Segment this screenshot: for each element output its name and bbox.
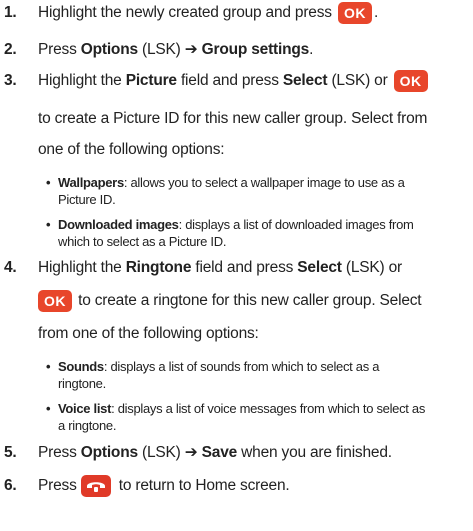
step-number: 5. [4, 444, 17, 461]
ok-key-icon: OK [38, 290, 72, 312]
step-number: 4. [4, 259, 17, 276]
step-number: 2. [4, 41, 17, 58]
bullet-icon: • [46, 359, 51, 374]
bullet-icon: • [46, 217, 51, 232]
ok-key-icon: OK [393, 70, 428, 92]
step-3-line-3: one of the following options: [38, 141, 225, 158]
step-4-line-2: OK to create a ringtone for this new cal… [38, 290, 422, 312]
bullet-icon: • [46, 401, 51, 416]
end-call-key-icon [80, 475, 111, 497]
arrow-icon: ➔ [184, 444, 198, 461]
step-number: 6. [4, 477, 17, 494]
ok-key-icon: OK [337, 2, 372, 24]
step-number: 3. [4, 72, 17, 89]
bullet-icon: • [46, 175, 51, 190]
arrow-icon: ➔ [184, 41, 198, 58]
step-4-line-3: from one of the following options: [38, 325, 259, 342]
step-3-line-2: to create a Picture ID for this new call… [38, 110, 428, 127]
step-text: Highlight the newly created group and pr… [38, 4, 332, 22]
step-number: 1. [4, 4, 17, 21]
